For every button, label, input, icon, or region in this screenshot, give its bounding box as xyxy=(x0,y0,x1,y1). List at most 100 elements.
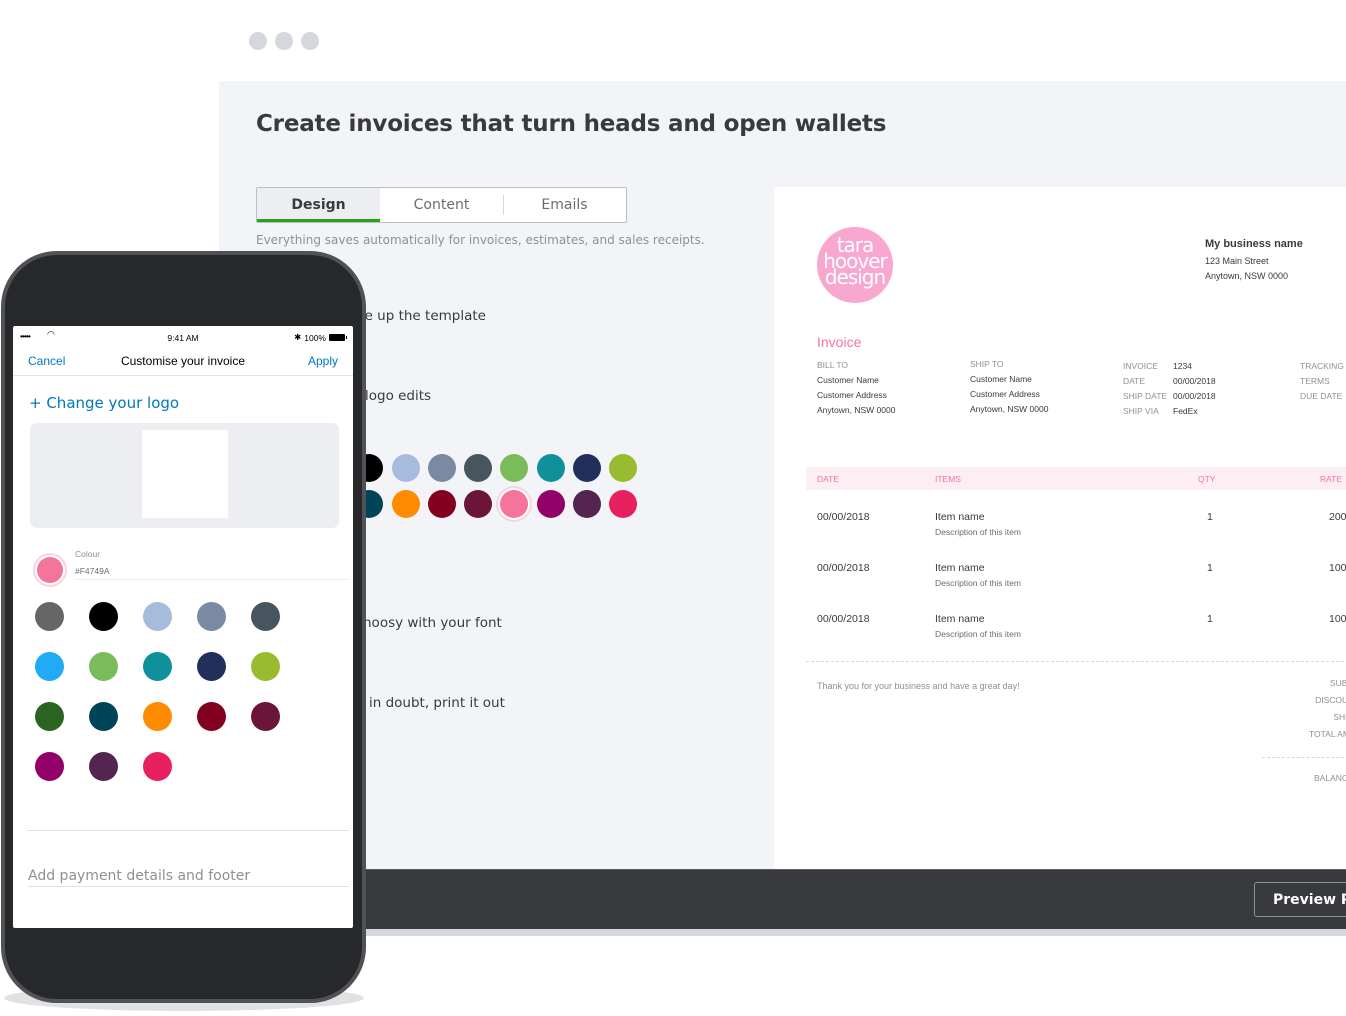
ship-to-name: Customer Name xyxy=(970,374,1032,384)
footer-bar: Preview PDF xyxy=(219,869,1346,929)
section-font[interactable]: hoosy with your font xyxy=(363,615,502,631)
color-swatch[interactable] xyxy=(536,490,565,518)
color-swatch[interactable] xyxy=(197,602,226,631)
color-swatch[interactable] xyxy=(89,752,118,781)
color-swatch[interactable] xyxy=(143,702,172,731)
color-swatch[interactable] xyxy=(573,490,602,518)
meta-key: SHIP VIA xyxy=(1123,406,1159,416)
color-swatch[interactable] xyxy=(35,702,64,731)
ship-to-label: SHIP TO xyxy=(970,359,1004,369)
section-template[interactable]: ge up the template xyxy=(356,308,486,324)
color-swatch[interactable] xyxy=(500,490,529,518)
colour-hex-input[interactable]: #F4749A xyxy=(75,566,349,580)
col-items: ITEMS xyxy=(935,474,961,484)
invoice-preview: tara hoover design My business name 123 … xyxy=(774,187,1346,869)
bill-to-address: Customer Address xyxy=(817,390,887,400)
divider xyxy=(806,661,1346,662)
color-swatch[interactable] xyxy=(573,454,602,482)
preview-pdf-button[interactable]: Preview PDF xyxy=(1254,882,1346,917)
window-close-dot[interactable] xyxy=(249,32,267,50)
due-date-label: DUE DATE xyxy=(1300,391,1343,401)
battery-status: ✱ 100% xyxy=(294,332,347,343)
color-swatch[interactable] xyxy=(251,652,280,681)
apply-button[interactable]: Apply xyxy=(308,354,338,368)
col-rate: RATE xyxy=(1320,474,1343,484)
color-swatch[interactable] xyxy=(89,702,118,731)
page-headline: Create invoices that turn heads and open… xyxy=(256,111,887,137)
tab-design[interactable]: Design xyxy=(257,188,380,222)
tab-emails[interactable]: Emails xyxy=(503,188,626,222)
table-row: 00/00/2018 Item name Description of this… xyxy=(806,613,1346,653)
row-rate: 200.00 xyxy=(1329,511,1346,523)
business-city: Anytown, NSW 0000 xyxy=(1205,271,1289,281)
color-swatch[interactable] xyxy=(427,454,456,482)
color-swatch[interactable] xyxy=(197,652,226,681)
payment-footer-input[interactable]: Add payment details and footer xyxy=(28,868,349,887)
colour-label: Colour xyxy=(75,549,101,559)
row-item-name: Item name xyxy=(935,562,985,574)
color-swatch[interactable] xyxy=(89,652,118,681)
thank-you-message: Thank you for your business and have a g… xyxy=(817,681,1020,691)
ship-to-address: Customer Address xyxy=(970,389,1040,399)
color-swatch[interactable] xyxy=(609,454,638,482)
color-swatch[interactable] xyxy=(197,702,226,731)
change-logo-link[interactable]: + Change your logo xyxy=(29,394,179,412)
invoice-title: Invoice xyxy=(817,334,862,350)
color-swatch[interactable] xyxy=(35,652,64,681)
color-swatch[interactable] xyxy=(251,602,280,631)
tab-bar: Design Content Emails xyxy=(256,187,627,223)
items-table-header: DATE ITEMS QTY RATE xyxy=(806,467,1346,490)
balance-due-label: BALANCE DUE xyxy=(1314,773,1346,783)
color-swatch[interactable] xyxy=(35,602,64,631)
logo-upload-area[interactable] xyxy=(30,423,339,528)
color-swatch[interactable] xyxy=(464,490,493,518)
battery-percent: 100% xyxy=(304,332,326,343)
color-swatch[interactable] xyxy=(143,752,172,781)
bill-to-label: BILL TO xyxy=(817,360,849,370)
color-swatch[interactable] xyxy=(89,602,118,631)
row-rate: 100.00 xyxy=(1329,562,1346,574)
color-swatch[interactable] xyxy=(500,454,529,482)
color-swatch[interactable] xyxy=(536,454,565,482)
color-swatch[interactable] xyxy=(464,454,493,482)
row-qty: 1 xyxy=(1207,613,1213,625)
color-palette xyxy=(319,454,638,518)
row-item-desc: Description of this item xyxy=(935,629,1021,639)
selected-colour-swatch[interactable] xyxy=(37,557,63,583)
phone-screen: ••••• ◠ 9:41 AM ✱ 100% Cancel Customise … xyxy=(13,326,353,928)
row-item-name: Item name xyxy=(935,613,985,625)
color-swatch[interactable] xyxy=(391,454,420,482)
color-swatch[interactable] xyxy=(143,652,172,681)
table-row: 00/00/2018 Item name Description of this… xyxy=(806,511,1346,551)
window-minimize-dot[interactable] xyxy=(275,32,293,50)
color-swatch[interactable] xyxy=(251,702,280,731)
color-swatch[interactable] xyxy=(35,752,64,781)
business-info: My business name 123 Main Street Anytown… xyxy=(1205,238,1303,286)
meta-value: FedEx xyxy=(1173,406,1198,416)
color-swatch[interactable] xyxy=(609,490,638,518)
invoice-meta: INVOICE 1234 DATE 00/00/2018 SHIP DATE 00/0… xyxy=(1123,361,1216,421)
meta-value: 00/00/2018 xyxy=(1173,376,1216,386)
row-item-desc: Description of this item xyxy=(935,578,1021,588)
meta-row: SHIP DATE 00/00/2018 xyxy=(1123,391,1216,401)
color-swatch[interactable] xyxy=(427,490,456,518)
meta-row: INVOICE 1234 xyxy=(1123,361,1216,371)
row-item-desc: Description of this item xyxy=(935,527,1021,537)
meta-value: 00/00/2018 xyxy=(1173,391,1216,401)
bill-to: BILL TO Customer Name Customer Address A… xyxy=(817,360,895,420)
window-maximize-dot[interactable] xyxy=(301,32,319,50)
section-logo-edits[interactable]: logo edits xyxy=(365,388,431,404)
row-qty: 1 xyxy=(1207,511,1213,523)
nav-title: Customise your invoice xyxy=(120,354,246,368)
tab-content[interactable]: Content xyxy=(380,188,503,222)
autosave-note: Everything saves automatically for invoi… xyxy=(256,233,705,247)
footer-shadow xyxy=(219,929,1346,936)
meta-key: SHIP DATE xyxy=(1123,391,1168,401)
color-swatch[interactable] xyxy=(391,490,420,518)
row-qty: 1 xyxy=(1207,562,1213,574)
row-date: 00/00/2018 xyxy=(817,562,870,574)
bluetooth-icon: ✱ xyxy=(294,332,302,342)
color-swatch[interactable] xyxy=(143,602,172,631)
subtotal-label: SUBTOTAL xyxy=(1329,678,1346,688)
section-print[interactable]: in doubt, print it out xyxy=(369,695,505,711)
